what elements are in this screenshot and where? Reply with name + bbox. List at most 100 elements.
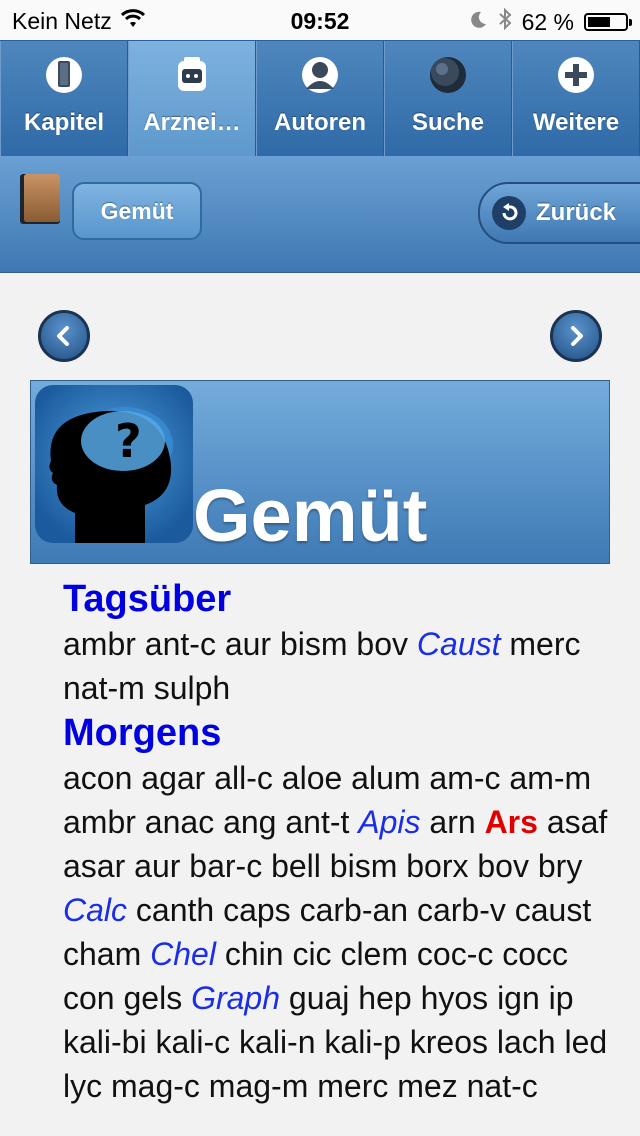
back-button-label: Zurück (536, 199, 617, 226)
plus-icon (556, 55, 596, 95)
remedy-item: hyos (420, 980, 489, 1016)
tab-arznei[interactable]: Arznei… (128, 41, 256, 157)
remedy-item: nat-c (466, 1068, 538, 1104)
tab-kapitel[interactable]: Kapitel (0, 41, 128, 157)
remedy-item: bov (477, 848, 529, 884)
tab-label: Suche (411, 109, 485, 136)
chevron-left-icon (57, 326, 69, 346)
chapter-book-icon (18, 172, 62, 226)
search-icon (428, 55, 468, 95)
remedy-item: bism (329, 848, 398, 884)
remedy-item: hep (358, 980, 412, 1016)
section-title: Morgens (63, 712, 222, 754)
head-question-icon: ? (35, 385, 193, 543)
remedy-item: ign (497, 980, 540, 1016)
tab-label: Arznei… (143, 109, 241, 136)
remedy-item: clem (340, 936, 408, 972)
remedy-item[interactable]: Chel (150, 936, 216, 972)
remedy-item: kali-c (155, 1024, 231, 1060)
next-button[interactable] (550, 310, 602, 362)
remedy-item: asar (63, 848, 126, 884)
chapter-title: Gemüt (193, 474, 428, 557)
remedy-item: arn (429, 804, 476, 840)
remedy-item: am-m (509, 760, 592, 796)
battery-fill (588, 17, 611, 27)
nav-bar: Gemüt Zurück (0, 156, 640, 273)
remedy-item: merc (509, 626, 581, 662)
remedy-item: kreos (409, 1024, 488, 1060)
remedy-item: ambr (63, 626, 136, 662)
remedy-item: carb-v (416, 892, 506, 928)
tab-weitere[interactable]: Weitere (512, 41, 640, 157)
remedy-item: borx (406, 848, 469, 884)
remedy-item[interactable]: Ars (485, 804, 538, 840)
tab-bar: Kapitel Arznei… Autoren Suche Weitere (0, 40, 640, 157)
chevron-right-icon (571, 326, 583, 346)
tab-label: Autoren (274, 109, 366, 136)
remedy-item: sulph (153, 670, 231, 706)
remedy-item: guaj (288, 980, 350, 1016)
remedy-item: cic (292, 936, 332, 972)
remedy-item: mez (397, 1068, 458, 1104)
remedy-item: mag-m (208, 1068, 309, 1104)
tab-autoren[interactable]: Autoren (256, 41, 384, 157)
remedy-item: bism (279, 626, 348, 662)
remedy-paragraph: acon agar all-c aloe alum am-c am-m ambr… (63, 756, 623, 1108)
remedy-item: acon (63, 760, 133, 796)
remedy-item[interactable]: Caust (417, 626, 501, 662)
remedy-item: ambr (63, 804, 136, 840)
remedy-item: carb-an (299, 892, 409, 928)
svg-text:?: ? (115, 414, 142, 468)
remedy-item: lach (496, 1024, 556, 1060)
remedy-item[interactable]: Calc (63, 892, 127, 928)
remedy-item: led (564, 1024, 608, 1060)
remedy-item: bov (356, 626, 409, 662)
remedy-item: mag-c (111, 1068, 200, 1104)
remedy-item: aloe (281, 760, 343, 796)
tab-label: Weitere (532, 109, 620, 136)
remedy-item: bar-c (189, 848, 263, 884)
chapter-button[interactable]: Gemüt (72, 182, 202, 240)
remedy-item[interactable]: Apis (358, 804, 420, 840)
remedy-item[interactable]: Graph (191, 980, 280, 1016)
remedy-item: chin (224, 936, 284, 972)
back-button[interactable]: Zurück (478, 182, 640, 244)
remedy-item: ant-t (285, 804, 350, 840)
remedy-item: am-c (429, 760, 501, 796)
section-title: Tagsüber (63, 578, 232, 620)
remedy-item: ang (223, 804, 277, 840)
moon-icon (468, 9, 488, 36)
previous-button[interactable] (38, 310, 90, 362)
remedy-item: aur (224, 626, 272, 662)
remedy-item: ant-c (144, 626, 216, 662)
remedy-item: coc-c (416, 936, 494, 972)
battery-percent: 62 % (521, 8, 574, 35)
remedy-item: cocc (502, 936, 569, 972)
remedy-item: lyc (63, 1068, 103, 1104)
book-icon (44, 55, 84, 95)
medicine-icon (172, 55, 212, 95)
remedy-item: gels (123, 980, 183, 1016)
chapter-header: ? Gemüt (30, 380, 610, 564)
remedy-item: bry (537, 848, 583, 884)
remedy-item: ip (548, 980, 574, 1016)
person-icon (300, 55, 340, 95)
remedy-item: kali-bi (63, 1024, 147, 1060)
battery-icon (584, 13, 632, 31)
remedy-list: Tagsüber ambr ant-c aur bism bov Caust me… (63, 576, 623, 1108)
status-right: 62 % (468, 7, 632, 36)
remedy-item: aur (134, 848, 181, 884)
remedy-item: agar (141, 760, 206, 796)
tab-label: Kapitel (23, 109, 104, 136)
remedy-paragraph: ambr ant-c aur bism bov Caust merc nat-m… (63, 622, 623, 710)
tab-suche[interactable]: Suche (384, 41, 512, 157)
remedy-item: kali-n (239, 1024, 316, 1060)
remedy-item: asaf (546, 804, 608, 840)
status-bar: Kein Netz 09:52 62 % (0, 0, 640, 40)
remedy-item: con (63, 980, 115, 1016)
remedy-item: canth (135, 892, 215, 928)
remedy-item: caust (514, 892, 592, 928)
remedy-item: cham (63, 936, 142, 972)
remedy-item: nat-m (63, 670, 145, 706)
remedy-item: alum (351, 760, 421, 796)
